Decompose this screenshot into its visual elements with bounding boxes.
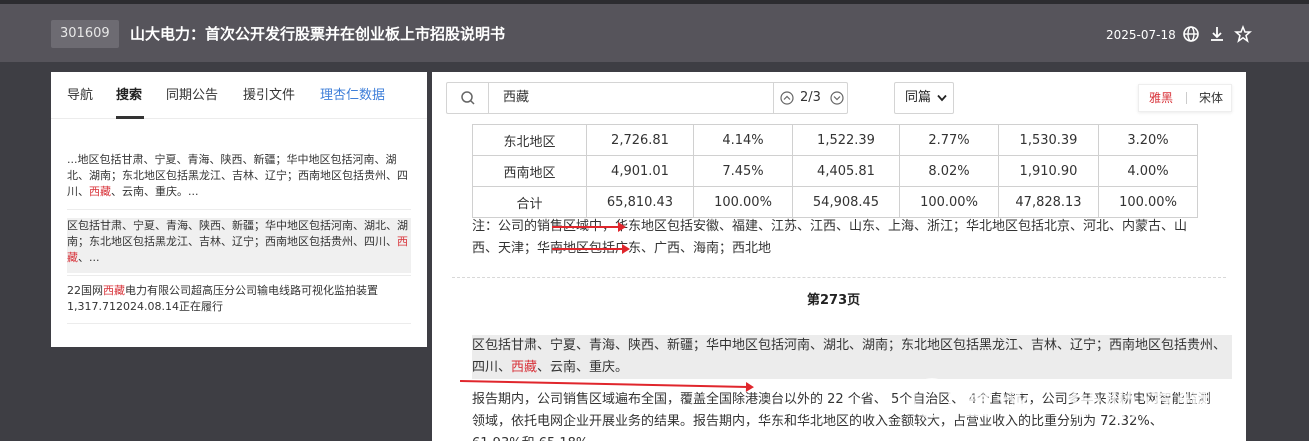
download-icon[interactable] xyxy=(1208,25,1226,43)
left-tabs: 导航 搜索 同期公告 援引文件 理杏仁数据 xyxy=(51,72,427,119)
highlighted-paragraph: 区包括甘肃、宁夏、青海、陕西、新疆；华中地区包括河南、湖北、湖南；东北地区包括黑… xyxy=(472,335,1232,379)
table-row: 合计 65,810.43 100.00% 54,908.45 100.00% 4… xyxy=(472,186,1198,218)
search-result-3[interactable]: 22国网西藏电力有限公司超高压分公司输电线路可视化监拍装置1,317.71202… xyxy=(67,283,411,315)
prev-match-icon[interactable] xyxy=(780,91,794,105)
document-title: 山大电力：首次公开发行股票并在创业板上市招股说明书 xyxy=(130,25,506,43)
watermark-text: 雪球：低吸逻辑 xyxy=(960,383,1212,423)
scope-select[interactable]: 同篇 xyxy=(894,82,954,114)
tab-same-period[interactable]: 同期公告 xyxy=(166,87,218,105)
publish-date: 2025-07-18 xyxy=(1106,28,1176,42)
tab-cited-files[interactable]: 援引文件 xyxy=(243,87,295,105)
globe-icon[interactable] xyxy=(1182,25,1200,43)
table-row: 西南地区 4,901.01 7.45% 4,405.81 8.02% 1,910… xyxy=(472,155,1198,187)
tab-navigation[interactable]: 导航 xyxy=(67,87,93,105)
font-songti-button[interactable]: 宋体 xyxy=(1199,85,1223,111)
search-icon-box[interactable] xyxy=(447,83,489,113)
result-highlight: 西藏 xyxy=(103,284,125,297)
table-row: 东北地区 2,726.81 4.14% 1,522.39 2.77% 1,530… xyxy=(472,124,1198,156)
divider xyxy=(1186,92,1187,104)
font-yahei-button[interactable]: 雅黑 xyxy=(1149,85,1173,111)
page-divider xyxy=(452,277,1226,278)
divider xyxy=(67,275,411,276)
next-match-icon[interactable] xyxy=(830,91,844,105)
left-panel: 导航 搜索 同期公告 援引文件 理杏仁数据 ...地区包括甘肃、宁夏、青海、陕西… xyxy=(51,72,427,347)
chevron-down-icon xyxy=(937,94,947,102)
tab-lixinger-data[interactable]: 理杏仁数据 xyxy=(320,87,385,105)
red-arrow-annotation xyxy=(460,379,748,389)
xueqiu-logo-watermark xyxy=(912,378,952,418)
font-switch: 雅黑 宋体 xyxy=(1138,84,1232,112)
active-tab-indicator xyxy=(116,116,144,119)
search-result-2[interactable]: 区包括甘肃、宁夏、青海、陕西、新疆；华中地区包括河南、湖北、湖南；东北地区包括黑… xyxy=(67,218,411,273)
tab-search[interactable]: 搜索 xyxy=(116,87,142,105)
star-icon[interactable] xyxy=(1234,25,1252,43)
page-number: 第273页 xyxy=(807,293,861,308)
match-pager: 2/3 xyxy=(773,83,849,113)
match-highlight: 西藏 xyxy=(511,360,538,375)
search-bar: 西藏 2/3 xyxy=(446,82,848,114)
divider xyxy=(67,209,411,210)
top-bar: 301609 山大电力：首次公开发行股票并在创业板上市招股说明书 2025-07… xyxy=(0,0,1309,62)
search-result-1[interactable]: ...地区包括甘肃、宁夏、青海、陕西、新疆；华中地区包括河南、湖北、湖南；东北地… xyxy=(67,152,411,200)
revenue-region-table: 东北地区 2,726.81 4.14% 1,522.39 2.77% 1,530… xyxy=(472,124,1198,218)
table-note: 注：公司的销售区域中，华东地区包括安徽、福建、江苏、江西、山东、上海、浙江；华北… xyxy=(472,219,1188,256)
result-highlight: 西藏 xyxy=(89,185,111,198)
red-arrow-annotation xyxy=(552,244,630,254)
stock-code-badge: 301609 xyxy=(51,20,119,48)
search-input[interactable]: 西藏 xyxy=(503,89,529,107)
match-counter: 2/3 xyxy=(800,90,821,105)
search-icon xyxy=(461,91,475,105)
red-arrow-annotation xyxy=(552,222,626,232)
divider xyxy=(67,323,411,324)
